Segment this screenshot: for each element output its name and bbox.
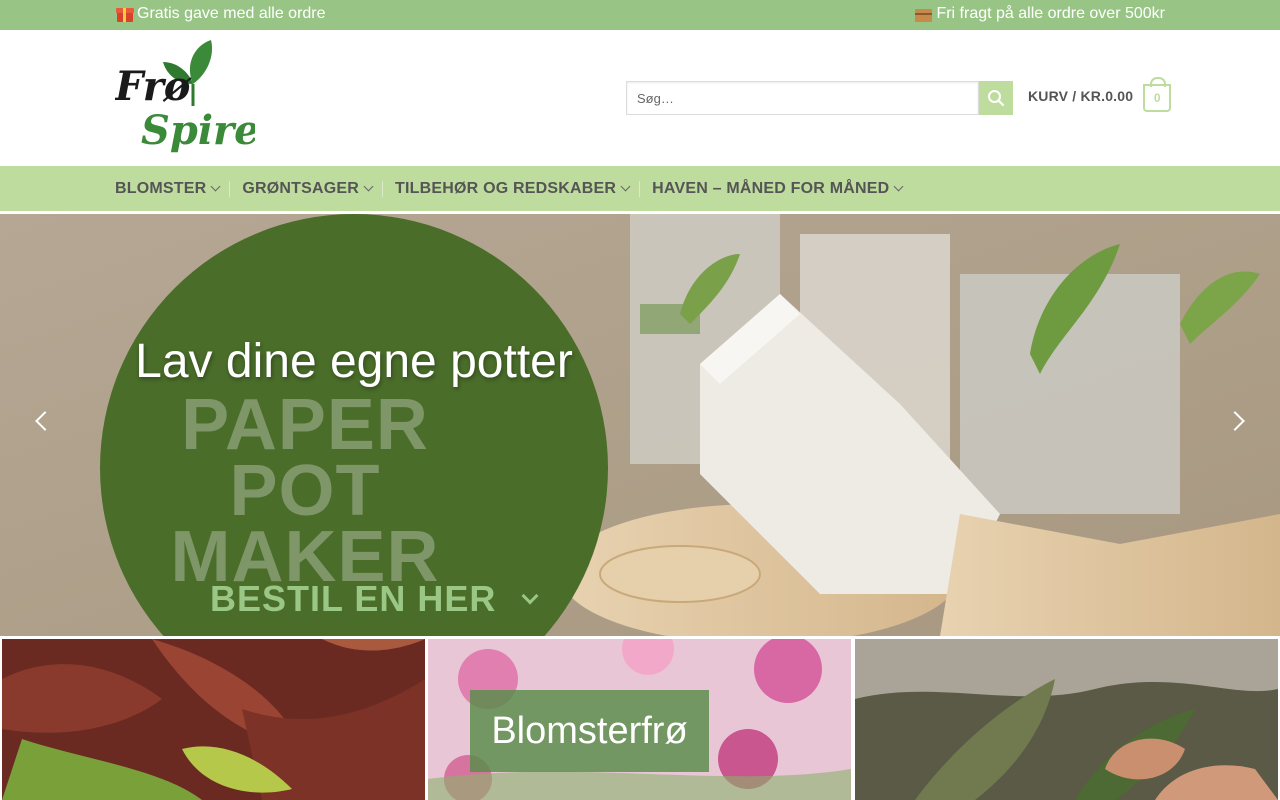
- main-nav: BLOMSTER GRØNTSAGER TILBEHØR OG REDSKABE…: [0, 166, 1280, 211]
- search-button[interactable]: [979, 81, 1013, 115]
- nav-item-grontsager[interactable]: GRØNTSAGER: [242, 179, 374, 198]
- search-input[interactable]: [626, 81, 979, 115]
- search-icon: [988, 90, 1005, 107]
- top-bar: Gratis gave med alle ordre Fri fragt på …: [0, 0, 1280, 30]
- category-tile-salad[interactable]: [2, 639, 425, 800]
- hero-slider[interactable]: Lav dine egne potter PAPER POT MAKER BES…: [0, 214, 1280, 636]
- chevron-down-icon: [893, 181, 904, 192]
- nav-item-haven[interactable]: HAVEN – MÅNED FOR MÅNED: [652, 179, 904, 198]
- site-logo[interactable]: Frø Spiren: [114, 36, 289, 154]
- nav-item-tilbehor[interactable]: TILBEHØR OG REDSKABER: [395, 179, 631, 198]
- nav-item-label: TILBEHØR OG REDSKABER: [395, 179, 617, 197]
- search-bar: [626, 81, 1013, 115]
- logo-graphic: Frø Spiren: [114, 40, 289, 154]
- nav-item-label: BLOMSTER: [115, 179, 207, 197]
- topbar-right: Fri fragt på alle ordre over 500kr: [914, 5, 1165, 23]
- cart-link[interactable]: KURV / KR.0.00 0: [1028, 77, 1172, 113]
- topbar-left-text: Gratis gave med alle ordre: [137, 5, 326, 22]
- cart-label: KURV / KR.0.00: [1028, 88, 1134, 104]
- order-here-button[interactable]: BESTIL EN HER: [210, 578, 539, 620]
- nav-divider: [229, 180, 231, 197]
- hero-subtitle: Lav dine egne potter: [135, 335, 573, 388]
- tile-image: [855, 639, 1278, 800]
- nav-items: BLOMSTER GRØNTSAGER TILBEHØR OG REDSKABE…: [115, 166, 904, 211]
- hero-title: PAPER POT MAKER: [115, 385, 495, 593]
- nav-item-blomster[interactable]: BLOMSTER: [115, 179, 221, 198]
- package-icon: [914, 5, 933, 23]
- tile-label: Blomsterfrø: [470, 690, 709, 772]
- hero-title-line1: PAPER POT: [181, 385, 429, 531]
- nav-item-label: HAVEN – MÅNED FOR MÅNED: [652, 179, 890, 197]
- chevron-down-icon: [620, 181, 631, 192]
- topbar-left: Gratis gave med alle ordre: [115, 5, 326, 23]
- chevron-down-icon: [521, 587, 539, 605]
- nav-divider: [639, 180, 641, 197]
- cart-count-icon: 0: [1143, 77, 1172, 112]
- category-tile-garden[interactable]: [855, 639, 1278, 800]
- svg-text:Spiren: Spiren: [141, 107, 255, 154]
- tile-image: [2, 639, 425, 800]
- hero-cta-label: BESTIL EN HER: [210, 578, 497, 619]
- nav-item-label: GRØNTSAGER: [242, 179, 360, 197]
- category-tile-blomsterfro[interactable]: Blomsterfrø: [428, 639, 851, 800]
- nav-divider: [382, 180, 384, 197]
- site-header: Frø Spiren KURV / KR.0.00 0: [0, 30, 1280, 166]
- svg-text:Frø: Frø: [115, 63, 192, 110]
- topbar-right-text: Fri fragt på alle ordre over 500kr: [936, 5, 1165, 22]
- gift-icon: [115, 5, 134, 23]
- chevron-down-icon: [210, 181, 221, 192]
- chevron-down-icon: [363, 181, 374, 192]
